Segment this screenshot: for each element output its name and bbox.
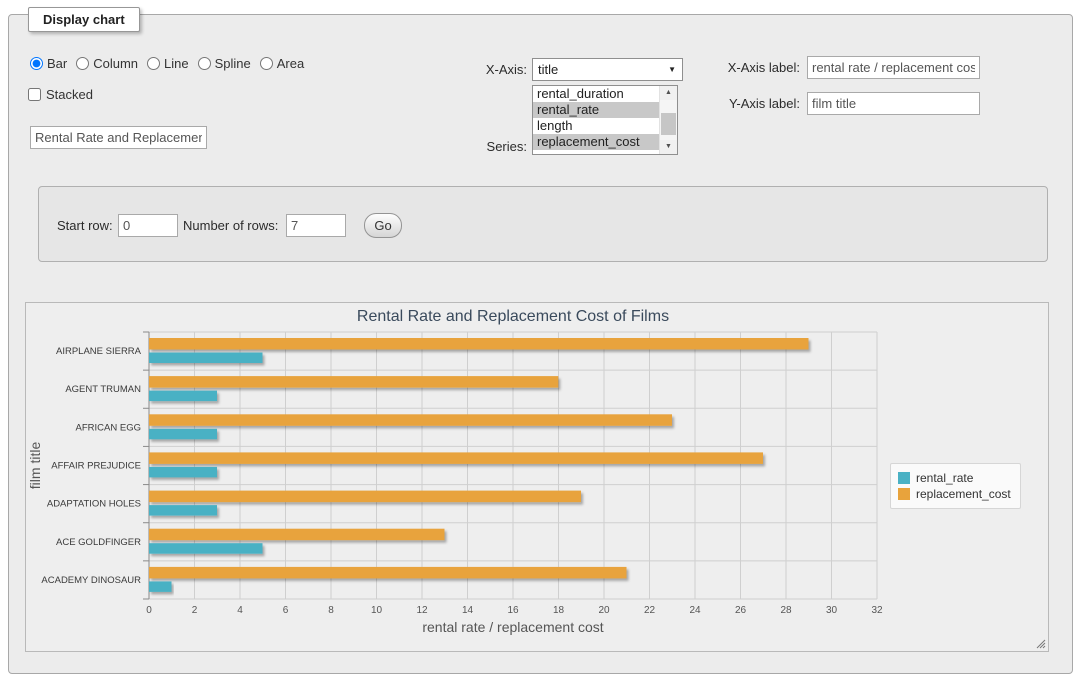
x-axis-label-input[interactable] <box>807 56 980 79</box>
category-label: AGENT TRUMAN <box>65 384 141 395</box>
resize-handle-icon[interactable] <box>1034 637 1046 649</box>
bar-replacement_cost <box>149 567 627 579</box>
value-tick-label: 20 <box>598 605 610 616</box>
x-axis-select-label: X-Axis: <box>450 62 527 77</box>
start-row-label: Start row: <box>57 218 119 233</box>
scrollbar-thumb[interactable] <box>661 113 676 135</box>
bar-rental_rate <box>149 543 263 554</box>
value-tick-label: 10 <box>371 605 383 616</box>
value-tick-label: 6 <box>283 605 289 616</box>
stacked-label: Stacked <box>46 87 93 102</box>
category-label: ADAPTATION HOLES <box>47 499 141 510</box>
value-tick-label: 14 <box>462 605 474 616</box>
fieldset-legend: Display chart <box>28 7 140 32</box>
series-list-scrollbar[interactable]: ▲ ▼ <box>659 86 677 154</box>
chart-type-radio-label: Spline <box>215 56 251 71</box>
row-range-panel: Start row: Number of rows: Go <box>38 186 1048 262</box>
category-label: AIRPLANE SIERRA <box>56 346 142 357</box>
series-option-replacement_cost[interactable]: replacement_cost <box>533 134 660 150</box>
x-axis-title: rental rate / replacement cost <box>422 619 603 635</box>
chart-type-radio-label: Line <box>164 56 189 71</box>
legend-label: replacement_cost <box>916 487 1011 501</box>
chart-legend: rental_rate replacement_cost <box>890 463 1021 509</box>
chart-type-option-bar: Bar <box>30 56 67 71</box>
category-label: ACADEMY DINOSAUR <box>41 575 141 586</box>
x-axis-select[interactable]: title ▼ <box>532 58 683 81</box>
chart-type-option-area: Area <box>260 56 304 71</box>
legend-swatch-icon <box>898 472 910 484</box>
x-axis-label-label: X-Axis label: <box>700 60 800 75</box>
bar-replacement_cost <box>149 338 809 350</box>
chart-type-radio-label: Bar <box>47 56 67 71</box>
x-axis-selected-value: title <box>533 62 668 77</box>
value-tick-label: 0 <box>146 605 152 616</box>
y-axis-label-input[interactable] <box>807 92 980 115</box>
stacked-row: Stacked <box>28 87 93 102</box>
value-tick-label: 2 <box>192 605 198 616</box>
value-tick-label: 16 <box>507 605 519 616</box>
chart-type-radio-group: Bar Column Line Spline Area <box>30 56 313 71</box>
series-select-label: Series: <box>440 139 527 154</box>
value-tick-label: 4 <box>237 605 243 616</box>
number-of-rows-input[interactable] <box>286 214 346 237</box>
number-of-rows-label: Number of rows: <box>183 218 283 233</box>
go-button[interactable]: Go <box>364 213 402 238</box>
y-axis-label-label: Y-Axis label: <box>700 96 800 111</box>
app-root: Display chart Bar Column Line Spline Area St… <box>0 0 1081 681</box>
value-tick-label: 24 <box>689 605 701 616</box>
value-tick-label: 26 <box>735 605 747 616</box>
value-tick-label: 12 <box>416 605 428 616</box>
value-tick-label: 22 <box>644 605 656 616</box>
category-label: AFRICAN EGG <box>76 422 141 433</box>
series-listbox[interactable]: rental_durationrental_ratelengthreplacem… <box>532 85 678 155</box>
chart-type-radio-line[interactable] <box>147 57 160 70</box>
bar-replacement_cost <box>149 529 445 541</box>
scroll-up-icon[interactable]: ▲ <box>660 86 677 100</box>
value-tick-label: 30 <box>826 605 838 616</box>
bar-rental_rate <box>149 391 217 402</box>
legend-item-replacement_cost[interactable]: replacement_cost <box>898 487 1011 501</box>
legend-label: rental_rate <box>916 471 973 485</box>
value-tick-label: 8 <box>328 605 334 616</box>
series-options: rental_durationrental_ratelengthreplacem… <box>533 86 660 150</box>
bar-rental_rate <box>149 581 172 592</box>
legend-swatch-icon <box>898 488 910 500</box>
bar-rental_rate <box>149 467 217 478</box>
chart-type-radio-label: Area <box>277 56 304 71</box>
chart-type-radio-label: Column <box>93 56 138 71</box>
chart-title-input[interactable] <box>30 126 207 149</box>
category-label: ACE GOLDFINGER <box>56 537 141 548</box>
chart-container: Rental Rate and Replacement Cost of Film… <box>25 302 1049 652</box>
chart-type-radio-area[interactable] <box>260 57 273 70</box>
series-option-rental_rate[interactable]: rental_rate <box>533 102 660 118</box>
bar-rental_rate <box>149 353 263 364</box>
bar-rental_rate <box>149 429 217 440</box>
chart-type-option-column: Column <box>76 56 138 71</box>
chart-type-option-spline: Spline <box>198 56 251 71</box>
bar-rental_rate <box>149 505 217 515</box>
scroll-down-icon[interactable]: ▼ <box>660 140 677 154</box>
stacked-checkbox[interactable] <box>28 88 41 101</box>
chart-type-radio-spline[interactable] <box>198 57 211 70</box>
chart-type-option-line: Line <box>147 56 189 71</box>
bar-replacement_cost <box>149 491 581 503</box>
bar-replacement_cost <box>149 452 763 464</box>
bar-replacement_cost <box>149 414 672 426</box>
start-row-input[interactable] <box>118 214 178 237</box>
legend-item-rental_rate[interactable]: rental_rate <box>898 471 1011 485</box>
series-option-length[interactable]: length <box>533 118 660 134</box>
category-label: AFFAIR PREJUDICE <box>51 461 141 472</box>
y-axis-title: film title <box>27 442 43 490</box>
series-option-rental_duration[interactable]: rental_duration <box>533 86 660 102</box>
value-tick-label: 32 <box>871 605 883 616</box>
value-tick-label: 28 <box>780 605 792 616</box>
chevron-down-icon: ▼ <box>668 65 682 74</box>
bar-replacement_cost <box>149 376 558 388</box>
chart-type-radio-bar[interactable] <box>30 57 43 70</box>
value-tick-label: 18 <box>553 605 565 616</box>
chart-type-radio-column[interactable] <box>76 57 89 70</box>
